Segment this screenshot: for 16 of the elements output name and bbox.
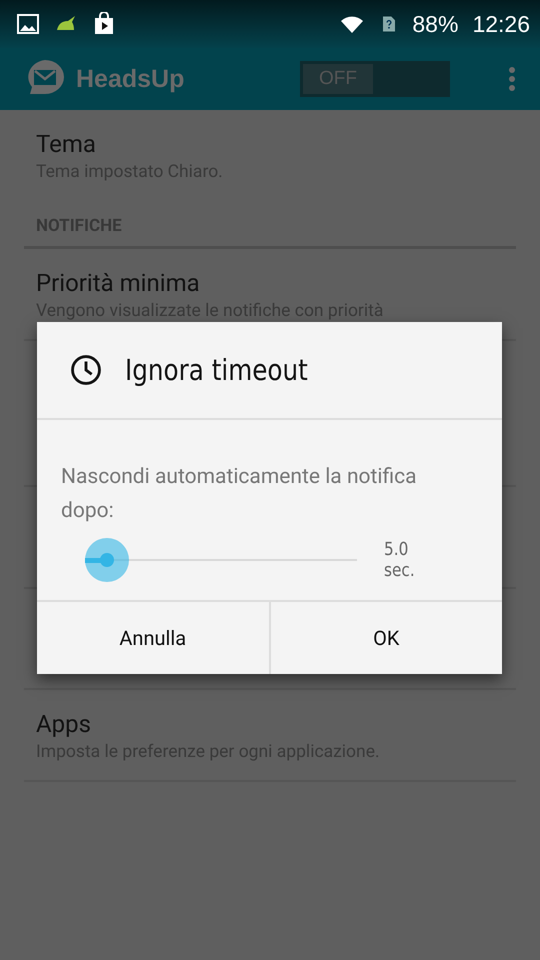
clock-icon [69,353,103,387]
clock: 12:26 [472,10,530,38]
setting-title[interactable]: Tema [36,128,504,160]
dialog-title: Ignora timeout [125,353,308,387]
setting-title[interactable]: Priorità minima [36,267,504,299]
battery-level: 88% [412,10,458,38]
setting-title[interactable]: Apps [36,708,504,740]
ok-button[interactable]: OK [268,602,502,674]
picture-icon [16,12,40,36]
slider-value: 5.0 sec. [384,539,416,581]
dialog-message: Nascondi automaticamente la notifica dopo: [61,464,418,525]
cancel-button[interactable]: Annulla [37,602,268,674]
store-icon [92,12,116,36]
app-title: HeadsUp [76,64,184,94]
slider-thumb[interactable] [84,538,129,582]
overflow-menu-icon [508,66,516,92]
